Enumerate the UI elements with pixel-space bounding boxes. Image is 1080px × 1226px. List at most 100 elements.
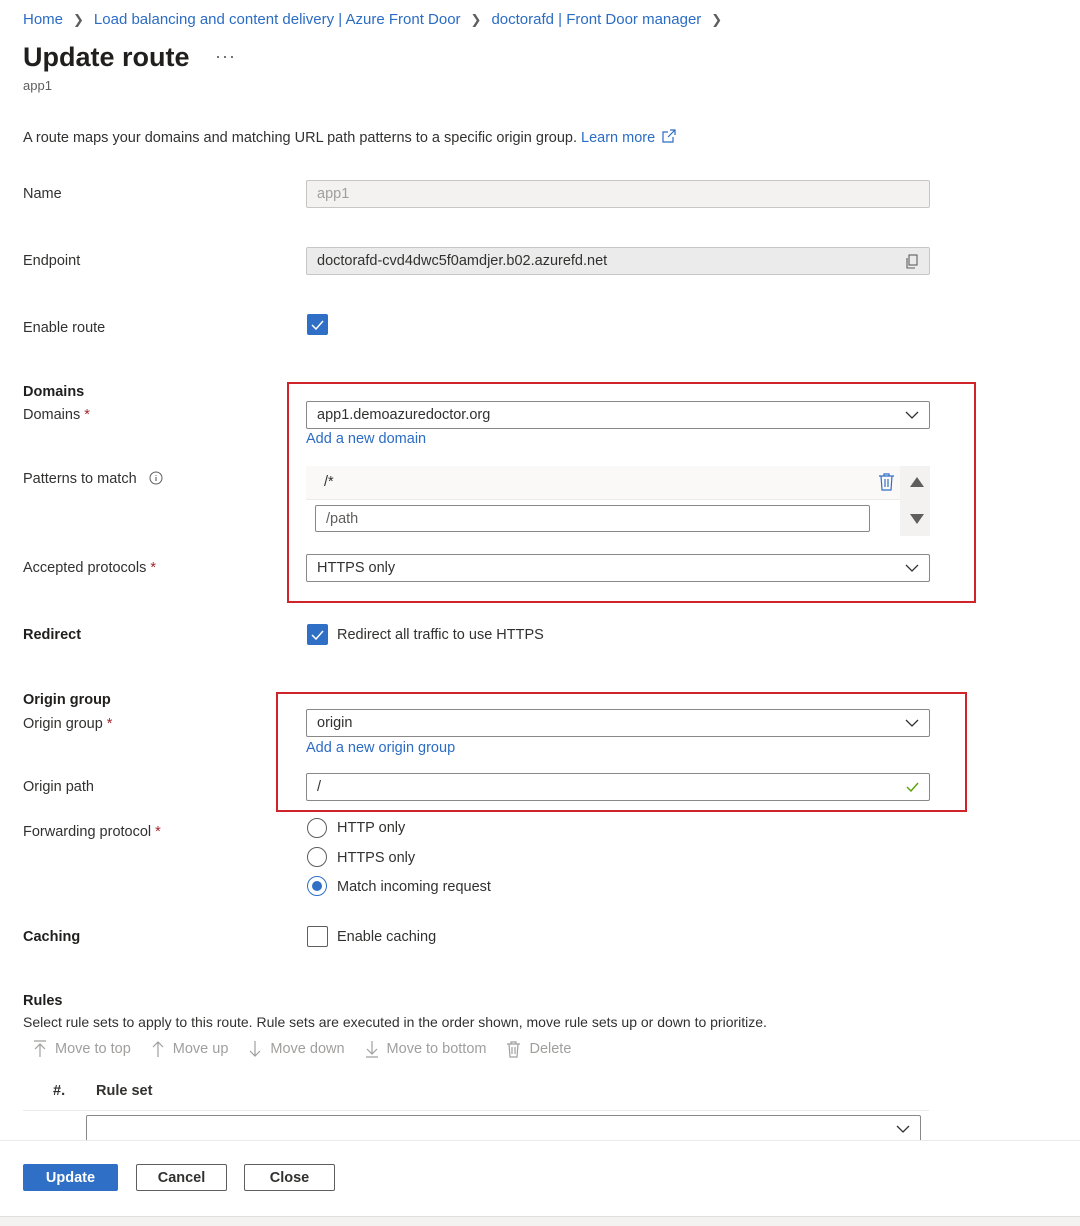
- required-marker: *: [155, 824, 161, 840]
- domains-dropdown[interactable]: app1.demoazuredoctor.org: [306, 401, 930, 429]
- pattern-placeholder: /path: [326, 510, 359, 527]
- chevron-down-icon: [905, 719, 919, 727]
- update-button[interactable]: Update: [23, 1164, 118, 1191]
- enable-route-label: Enable route: [23, 320, 106, 336]
- required-marker: *: [106, 716, 113, 732]
- rule-set-dropdown[interactable]: [86, 1115, 921, 1143]
- name-input[interactable]: app1: [306, 180, 930, 208]
- breadcrumb-home[interactable]: Home: [23, 11, 63, 28]
- rules-toolbar: Move to top Move up Move down Move to bo…: [33, 1040, 591, 1058]
- checkmark-icon: [906, 782, 919, 792]
- origin-path-label: Origin path: [23, 779, 94, 795]
- rules-heading: Rules: [23, 993, 63, 1009]
- origin-path-value: /: [317, 779, 322, 795]
- redirect-checkbox-label: Redirect all traffic to use HTTPS: [337, 627, 544, 643]
- chevron-down-icon: [896, 1125, 910, 1133]
- name-value: app1: [317, 186, 350, 202]
- breadcrumb-front-door[interactable]: Load balancing and content delivery | Az…: [94, 11, 461, 28]
- enable-caching-checkbox[interactable]: [307, 926, 328, 947]
- origin-group-label: Origin group *: [23, 716, 112, 732]
- learn-more-label: Learn more: [581, 130, 656, 146]
- trash-icon: [507, 1041, 521, 1058]
- table-divider: [23, 1110, 929, 1111]
- delete-label: Delete: [529, 1041, 572, 1057]
- arrow-to-top-icon: [34, 1040, 46, 1057]
- forwarding-http-label: HTTP only: [337, 820, 406, 836]
- protocols-value: HTTPS only: [317, 560, 396, 576]
- patterns-label: Patterns to match: [23, 471, 163, 487]
- cancel-button[interactable]: Cancel: [136, 1164, 227, 1191]
- arrow-up-icon: [152, 1041, 164, 1057]
- origin-section-heading: Origin group: [23, 692, 111, 708]
- move-down-button[interactable]: Move down: [248, 1040, 345, 1058]
- redirect-https-checkbox[interactable]: [307, 624, 328, 645]
- external-link-icon: [662, 129, 676, 143]
- breadcrumb: Home ❯ Load balancing and content delive…: [23, 11, 732, 28]
- chevron-down-icon: [905, 411, 919, 419]
- forwarding-http-radio[interactable]: [307, 818, 327, 838]
- enable-route-checkbox[interactable]: [307, 314, 328, 335]
- forwarding-https-radio[interactable]: [307, 847, 327, 867]
- caching-label: Caching: [23, 929, 81, 945]
- origin-group-label-text: Origin group: [23, 716, 103, 732]
- column-header-rule-set: Rule set: [96, 1083, 153, 1099]
- name-label: Name: [23, 186, 62, 202]
- required-marker: *: [150, 560, 156, 576]
- origin-path-input[interactable]: /: [306, 773, 930, 801]
- move-to-bottom-button[interactable]: Move to bottom: [365, 1040, 486, 1058]
- close-button[interactable]: Close: [244, 1164, 335, 1191]
- page-subtitle: app1: [23, 78, 52, 93]
- bottom-scroll-edge: [0, 1216, 1080, 1226]
- delete-pattern-button[interactable]: [878, 472, 895, 495]
- move-up-button[interactable]: Move up: [151, 1040, 228, 1058]
- info-icon[interactable]: [149, 471, 163, 485]
- domains-section-heading: Domains: [23, 384, 85, 400]
- domains-label-text: Domains: [23, 407, 81, 423]
- add-new-domain-link[interactable]: Add a new domain: [306, 431, 426, 447]
- route-description-text: A route maps your domains and matching U…: [23, 130, 577, 146]
- checkmark-icon: [311, 630, 324, 640]
- checkmark-icon: [311, 320, 324, 330]
- column-header-number: #.: [53, 1083, 66, 1099]
- endpoint-value: doctorafd-cvd4dwc5f0amdjer.b02.azurefd.n…: [317, 253, 608, 269]
- breadcrumb-front-door-manager[interactable]: doctorafd | Front Door manager: [491, 11, 701, 28]
- rules-description: Select rule sets to apply to this route.…: [23, 1014, 767, 1030]
- learn-more-link[interactable]: Learn more: [581, 129, 676, 146]
- forwarding-match-label: Match incoming request: [337, 879, 491, 895]
- add-new-origin-group-link[interactable]: Add a new origin group: [306, 740, 455, 756]
- route-description: A route maps your domains and matching U…: [23, 129, 676, 146]
- accepted-protocols-dropdown[interactable]: HTTPS only: [306, 554, 930, 582]
- copy-icon: [906, 253, 918, 269]
- arrow-to-bottom-icon: [365, 1041, 378, 1058]
- forwarding-https-label: HTTPS only: [337, 850, 416, 866]
- triangle-down-icon: [910, 514, 924, 524]
- patterns-label-text: Patterns to match: [23, 471, 137, 487]
- move-to-top-button[interactable]: Move to top: [33, 1040, 131, 1058]
- delete-rule-button[interactable]: Delete: [506, 1040, 571, 1058]
- more-options-button[interactable]: ···: [215, 46, 236, 67]
- chevron-right-icon: ❯: [470, 11, 482, 27]
- required-marker: *: [84, 407, 90, 423]
- domains-value: app1.demoazuredoctor.org: [317, 407, 491, 423]
- radio-selected-dot: [312, 881, 322, 891]
- move-pattern-down-button[interactable]: [909, 513, 925, 529]
- endpoint-field: doctorafd-cvd4dwc5f0amdjer.b02.azurefd.n…: [306, 247, 930, 275]
- forwarding-label: Forwarding protocol *: [23, 824, 161, 840]
- forwarding-label-text: Forwarding protocol: [23, 824, 152, 840]
- chevron-right-icon: ❯: [73, 11, 84, 27]
- enable-caching-label: Enable caching: [337, 929, 437, 945]
- origin-group-dropdown[interactable]: origin: [306, 709, 930, 737]
- page-title: Update route: [23, 42, 190, 72]
- redirect-label: Redirect: [23, 627, 82, 643]
- forwarding-match-radio[interactable]: [307, 876, 327, 896]
- origin-group-value: origin: [317, 715, 353, 731]
- domains-label: Domains *: [23, 407, 90, 423]
- copy-button[interactable]: [905, 253, 919, 269]
- arrow-down-icon: [249, 1041, 261, 1057]
- move-down-label: Move down: [270, 1041, 345, 1057]
- trash-icon: [879, 473, 894, 491]
- move-pattern-up-button[interactable]: [909, 476, 925, 492]
- pattern-input[interactable]: /path: [315, 505, 870, 532]
- pattern-value: /*: [324, 474, 334, 490]
- chevron-right-icon: ❯: [711, 11, 723, 27]
